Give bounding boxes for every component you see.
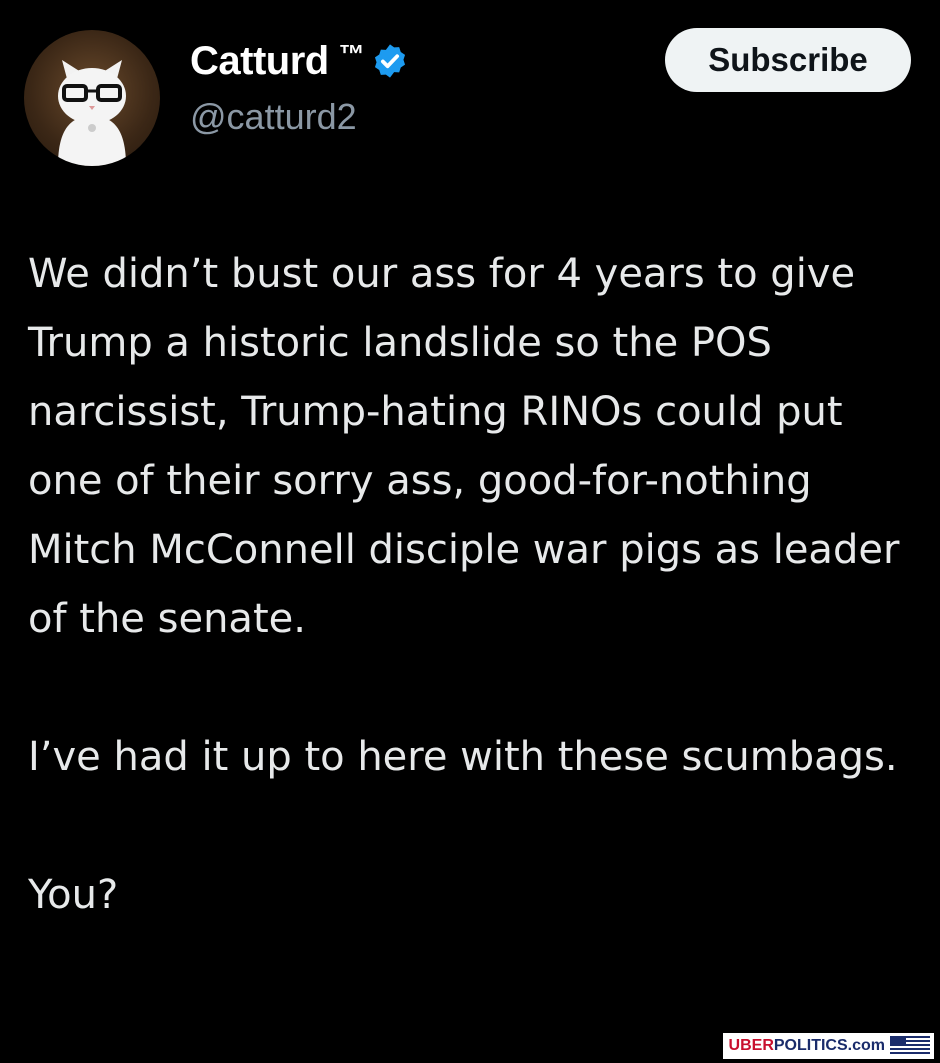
subscribe-button[interactable]: Subscribe (665, 28, 911, 92)
avatar[interactable] (24, 30, 160, 166)
user-handle[interactable]: @catturd2 (190, 96, 357, 138)
trademark-symbol: ™ (338, 38, 365, 69)
tweet-paragraph: We didn’t bust our ass for 4 years to gi… (28, 251, 900, 642)
us-flag-icon (890, 1036, 930, 1056)
cat-with-glasses-icon (58, 60, 126, 166)
tweet-paragraph: I’ve had it up to here with these scumba… (28, 734, 898, 780)
watermark-main: POLITICS.com (773, 1037, 885, 1054)
tweet-paragraph: You? (28, 872, 119, 918)
tweet-text: We didn’t bust our ass for 4 years to gi… (28, 240, 918, 930)
display-name[interactable]: Catturd (190, 39, 329, 84)
verified-badge-icon (374, 44, 405, 78)
watermark-prefix: UBER (728, 1037, 774, 1054)
display-name-row: Catturd ™ (190, 34, 409, 88)
site-watermark: UBER POLITICS.com (722, 1033, 934, 1059)
